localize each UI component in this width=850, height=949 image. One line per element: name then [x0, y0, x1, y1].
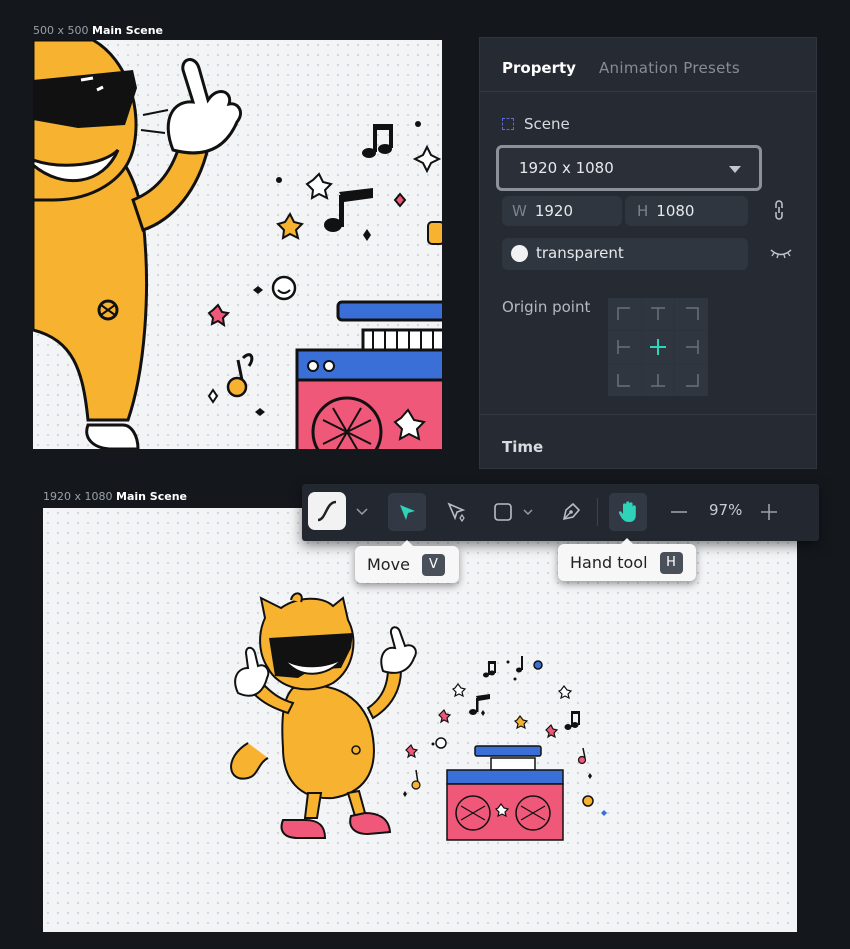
- toolbar-divider: [597, 498, 598, 526]
- move-tooltip: Move V: [355, 540, 459, 583]
- curve-icon: [317, 500, 337, 522]
- origin-middle-left[interactable]: [608, 331, 641, 363]
- cat-zoomed-illustration: [33, 40, 442, 449]
- bottom-scene-label: 1920 x 1080 Main Scene: [43, 490, 187, 503]
- eye-closed-icon[interactable]: [770, 245, 792, 264]
- plus-icon: [761, 504, 777, 520]
- top-canvas[interactable]: [33, 40, 442, 449]
- tab-property[interactable]: Property: [502, 59, 576, 77]
- move-tool-button[interactable]: [388, 493, 426, 531]
- color-swatch[interactable]: [511, 245, 528, 262]
- origin-bottom-center[interactable]: [641, 364, 675, 396]
- property-panel: Property Animation Presets Scene 1920 x …: [479, 37, 817, 469]
- height-field[interactable]: H 1080: [625, 196, 748, 226]
- hand-icon: [618, 501, 636, 522]
- rectangle-icon: [494, 503, 533, 521]
- scene-preset-dropdown[interactable]: 1920 x 1080: [496, 145, 762, 191]
- origin-bottom-right[interactable]: [675, 364, 708, 396]
- origin-top-center[interactable]: [641, 298, 675, 330]
- shortcut-badge: V: [421, 553, 445, 576]
- hand-tool-tooltip: Hand tool H: [558, 538, 696, 581]
- shortcut-badge: H: [659, 551, 683, 574]
- node-select-tool-button[interactable]: [442, 497, 472, 527]
- minus-icon: [671, 511, 687, 513]
- origin-middle-right[interactable]: [675, 331, 708, 363]
- origin-top-right[interactable]: [675, 298, 708, 330]
- origin-point-grid[interactable]: [608, 298, 708, 396]
- zoom-level[interactable]: 97%: [709, 501, 742, 519]
- zoom-in-button[interactable]: [754, 497, 784, 527]
- link-proportions-icon[interactable]: [774, 200, 784, 224]
- origin-bottom-left[interactable]: [608, 364, 641, 396]
- chevron-down-icon: [729, 166, 741, 173]
- time-divider: [480, 414, 816, 415]
- origin-top-left[interactable]: [608, 298, 641, 330]
- scene-section-header: Scene: [502, 115, 570, 133]
- zoom-out-button[interactable]: [664, 497, 694, 527]
- time-section-header[interactable]: Time: [502, 438, 543, 456]
- width-field[interactable]: W 1920: [502, 196, 622, 226]
- scene-icon: [502, 118, 514, 130]
- chevron-down-icon[interactable]: [354, 504, 370, 520]
- pen-tool-button[interactable]: [556, 497, 586, 527]
- tools-toolbar: 97%: [302, 484, 819, 541]
- top-scene-label: 500 x 500 Main Scene: [33, 24, 163, 37]
- easing-curve-button[interactable]: [308, 492, 346, 530]
- hand-tool-button[interactable]: [609, 493, 647, 531]
- origin-point-label: Origin point: [502, 298, 591, 316]
- move-arrow-icon: [400, 505, 415, 520]
- tabs-divider: [480, 91, 816, 92]
- origin-center[interactable]: [641, 331, 675, 363]
- tab-animation-presets[interactable]: Animation Presets: [599, 59, 740, 77]
- background-field[interactable]: transparent: [502, 238, 748, 270]
- pen-icon: [562, 502, 581, 521]
- shape-tool-button[interactable]: [492, 497, 540, 527]
- node-arrow-icon: [447, 502, 466, 523]
